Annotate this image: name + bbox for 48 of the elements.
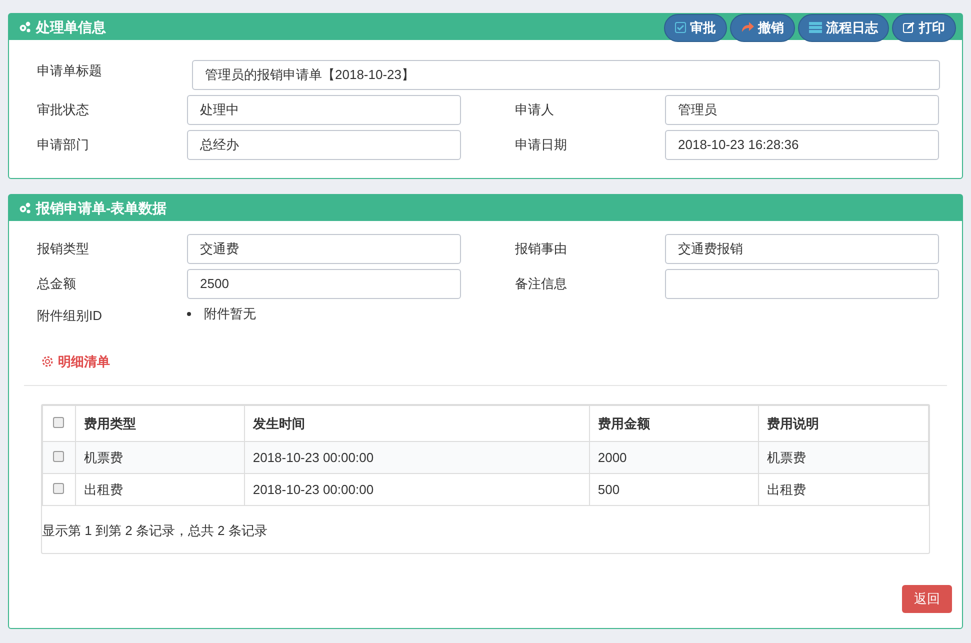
pagination-info: 显示第 1 到第 2 条记录，总共 2 条记录 (42, 523, 268, 538)
gears-icon (18, 21, 31, 33)
field-label: 申请日期 (515, 136, 568, 154)
input-field[interactable]: 2500 (187, 269, 461, 299)
input-field[interactable]: 管理员 (665, 95, 939, 125)
toolbar-button[interactable]: 审批 (664, 14, 727, 42)
section-title: 明细清单 (58, 352, 110, 370)
input-field[interactable]: 处理中 (187, 95, 461, 125)
checkbox[interactable] (53, 416, 64, 428)
input-field[interactable] (665, 269, 939, 299)
field-label: 总金额 (37, 275, 77, 293)
checkbox[interactable] (53, 450, 64, 462)
table-cell: 出租费 (758, 474, 928, 506)
toolbar-button[interactable]: 打印 (892, 14, 956, 42)
input-field[interactable]: 交通费报销 (665, 234, 939, 264)
field-label: 审批状态 (37, 101, 90, 119)
back-button[interactable]: 返回 (902, 585, 952, 613)
column-header: 费用说明 (758, 406, 928, 442)
field-label: 申请部门 (37, 136, 90, 154)
input-field[interactable]: 总经办 (187, 130, 461, 160)
table-cell: 2018-10-23 00:00:00 (244, 474, 590, 506)
panel-title: 报销申请单-表单数据 (36, 198, 167, 218)
column-header: 发生时间 (244, 406, 590, 442)
table-cell: 500 (589, 474, 758, 506)
field-label: 报销事由 (515, 240, 568, 258)
input-field[interactable]: 2018-10-23 16:28:36 (665, 130, 939, 160)
input-field[interactable]: 管理员的报销申请单【2018-10-23】 (192, 60, 940, 90)
toolbar-button[interactable]: 撤销 (730, 14, 795, 42)
field-label: 附件组别ID (37, 307, 103, 325)
column-header: 费用金额 (589, 406, 758, 442)
panel-title: 处理单信息 (36, 18, 106, 36)
edit-icon (903, 22, 915, 33)
bullet-icon (187, 312, 191, 316)
field-label: 报销类型 (37, 240, 90, 258)
toolbar-button[interactable]: 流程日志 (798, 14, 889, 42)
table-cell: 出租费 (75, 474, 244, 506)
gears-icon (18, 202, 31, 214)
check-square-icon (675, 22, 686, 33)
column-header: 费用类型 (75, 406, 244, 442)
curved-arrow-icon (741, 22, 754, 33)
attachment-text: 附件暂无 (204, 305, 256, 323)
list-icon (809, 22, 822, 33)
checkbox[interactable] (53, 482, 64, 494)
gear-icon (41, 354, 54, 368)
field-label: 申请人 (515, 101, 555, 119)
field-label: 备注信息 (515, 275, 568, 293)
field-label: 申请单标题 (37, 62, 103, 80)
input-field[interactable]: 交通费 (187, 234, 461, 264)
